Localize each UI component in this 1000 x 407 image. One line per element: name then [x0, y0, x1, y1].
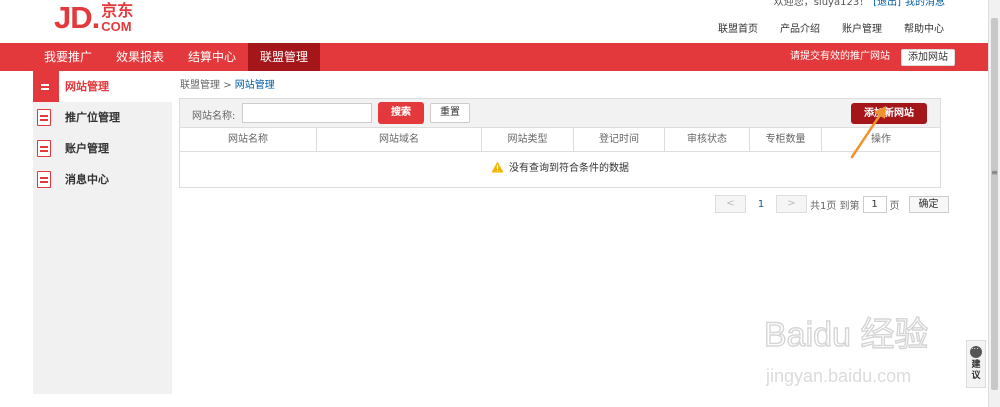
feedback-button[interactable]: 建 议	[966, 340, 986, 388]
site-name-label: 网站名称:	[192, 111, 236, 122]
top-link-products[interactable]: 产品介绍	[780, 20, 820, 35]
chat-bubble-icon	[970, 342, 982, 358]
sidebar-item-account[interactable]: 账户管理	[33, 133, 172, 164]
sidebar-item-label: 网站管理	[65, 80, 109, 93]
top-link-home[interactable]: 联盟首页	[718, 20, 758, 35]
pagination: < 1 > 共1页 到第 1 页 确定	[715, 195, 949, 213]
sidebar-item-label: 推广位管理	[65, 111, 120, 124]
sidebar-item-label: 消息中心	[65, 173, 109, 186]
logout-link[interactable]: [退出]	[873, 0, 901, 8]
logo-cn: 京东 COM	[101, 1, 134, 34]
scrollbar-grip-icon: ≡	[991, 168, 998, 177]
page-jump-confirm-button[interactable]: 确定	[908, 195, 949, 213]
search-button[interactable]: 搜索	[378, 102, 424, 124]
column-header-site-type: 网站类型	[482, 128, 574, 151]
column-header-counter-count: 专柜数量	[750, 128, 822, 151]
logo-cn-top: 京东	[101, 1, 134, 20]
column-header-site-domain: 网站域名	[317, 128, 482, 151]
nav-hint: 请提交有效的推广网站	[790, 51, 890, 62]
top-link-help[interactable]: 帮助中心	[904, 20, 944, 35]
feedback-label-top: 建	[971, 360, 981, 370]
sidebar-item-ad-slots[interactable]: 推广位管理	[33, 102, 172, 133]
sidebar-item-label: 账户管理	[65, 142, 109, 155]
sidebar-item-messages[interactable]: 消息中心	[33, 164, 172, 195]
nav-item-reports[interactable]: 效果报表	[104, 43, 176, 71]
prev-page-button[interactable]: <	[715, 195, 746, 213]
watermark-url: jingyan.baidu.com	[765, 366, 911, 386]
page-suffix: 页	[889, 200, 900, 212]
search-bar: 网站名称: 搜索 重置 添加新网站	[180, 99, 940, 128]
sidebar-item-site-management[interactable]: 网站管理	[33, 71, 172, 102]
document-icon	[38, 78, 52, 95]
welcome-text: 欢迎您，sluya123！ [退出] 我的消息	[774, 0, 945, 8]
welcome-user: 欢迎您，sluya123！	[773, 0, 870, 8]
document-icon	[37, 171, 51, 188]
reset-button[interactable]: 重置	[430, 103, 470, 123]
logo-jd-text: JD.	[54, 0, 100, 35]
top-link-account[interactable]: 账户管理	[842, 20, 882, 35]
empty-message: 没有查询到符合条件的数据	[509, 163, 629, 174]
logo-cn-bottom: COM	[101, 19, 132, 34]
breadcrumb-parent[interactable]: 联盟管理	[180, 80, 220, 91]
column-header-review-status: 审核状态	[665, 128, 750, 151]
column-header-site-name: 网站名称	[180, 128, 317, 151]
page-jump-input[interactable]: 1	[862, 195, 887, 213]
page-number[interactable]: 1	[746, 199, 776, 210]
nav-item-promote[interactable]: 我要推广	[32, 43, 104, 71]
breadcrumb-current: 网站管理	[234, 80, 275, 91]
sidebar: 网站管理 推广位管理 账户管理 消息中心	[33, 71, 172, 394]
jd-logo[interactable]: JD. 京东 COM	[54, 2, 133, 40]
nav-item-union-management[interactable]: 联盟管理	[248, 43, 321, 71]
my-messages-link[interactable]: 我的消息	[905, 0, 945, 8]
column-header-registration-time: 登记时间	[574, 128, 665, 151]
header: JD. 京东 COM 欢迎您，sluya123！ [退出] 我的消息 联盟首页 产品介绍…	[0, 0, 988, 43]
sites-panel: 网站名称: 搜索 重置 添加新网站 网站名称 网站域名 网站类型 登记时间 审核…	[179, 98, 941, 188]
main-nav: 我要推广 效果报表 结算中心 联盟管理 请提交有效的推广网站 添加网站	[0, 43, 988, 71]
site-name-input[interactable]	[242, 103, 372, 123]
vertical-scrollbar[interactable]: ≡	[988, 0, 1000, 407]
warning-icon	[491, 161, 504, 173]
scrollbar-thumb[interactable]	[991, 18, 998, 390]
nav-add-site-button[interactable]: 添加网站	[901, 49, 955, 66]
nav-item-settlement[interactable]: 结算中心	[176, 43, 248, 71]
document-icon	[37, 140, 51, 157]
page: JD. 京东 COM 欢迎您，sluya123！ [退出] 我的消息 联盟首页 产品介绍…	[0, 0, 1000, 407]
feedback-label-bottom: 议	[971, 371, 981, 381]
total-pages-text: 共1页 到第	[810, 200, 860, 212]
baidu-watermark: Baidu 经验 jingyan.baidu.com	[763, 315, 929, 386]
watermark-brand: Baidu 经验	[764, 316, 928, 354]
annotation-arrow-icon	[850, 106, 886, 159]
top-links: 联盟首页 产品介绍 账户管理 帮助中心	[718, 20, 944, 35]
empty-state: 没有查询到符合条件的数据	[180, 152, 940, 186]
breadcrumb-separator: >	[223, 80, 232, 91]
next-page-button[interactable]: >	[776, 195, 807, 213]
breadcrumb: 联盟管理 > 网站管理	[180, 76, 275, 91]
table-header: 网站名称 网站域名 网站类型 登记时间 审核状态 专柜数量 操作	[180, 128, 940, 152]
document-icon	[37, 109, 51, 126]
